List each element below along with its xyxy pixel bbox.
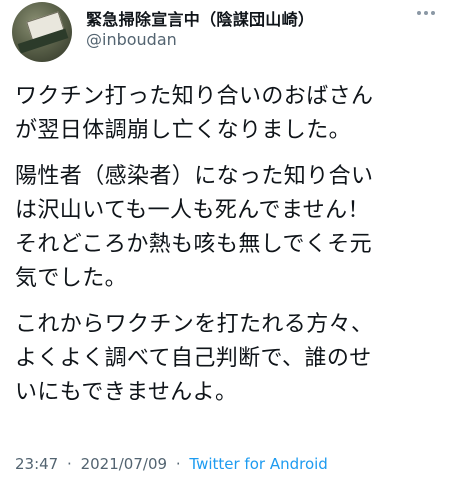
tweet-paragraph-1: ワクチン打った知り合いのおばさん が翌日体調崩し亡くなりました。 [15, 80, 440, 148]
tweet-time[interactable]: 23:47 [15, 455, 58, 473]
tweet-source-link[interactable]: Twitter for Android [189, 455, 327, 473]
tweet-date[interactable]: 2021/07/09 [81, 455, 167, 473]
meta-separator: · [67, 455, 72, 473]
tweet-line: よくよく調べて自己判断で、誰のせ [15, 346, 372, 371]
tweet-paragraph-3: これからワクチンを打たれる方々、 よくよく調べて自己判断で、誰のせ いにもできま… [15, 308, 440, 410]
tweet-line: が翌日体調崩し亡くなりました。 [15, 118, 352, 143]
tweet-line: 気でした。 [15, 266, 128, 291]
tweet-text: ワクチン打った知り合いのおばさん が翌日体調崩し亡くなりました。 陽性者（感染者… [15, 80, 440, 422]
tweet-line: 陽性者（感染者）になった知り合い [15, 164, 374, 189]
tweet-line: これからワクチンを打たれる方々、 [15, 312, 374, 337]
meta-separator: · [175, 455, 181, 473]
tweet-line: は沢山いても一人も死んでません！ [15, 198, 370, 223]
author-handle[interactable]: @inboudan [86, 30, 177, 49]
tweet-meta: 23:47 · 2021/07/09 · Twitter for Android [15, 455, 328, 473]
tweet-paragraph-2: 陽性者（感染者）になった知り合い は沢山いても一人も死んでません！ それどころか… [15, 160, 440, 296]
avatar[interactable] [12, 2, 72, 62]
tweet-line: ワクチン打った知り合いのおばさん [15, 84, 374, 109]
more-options-icon[interactable] [414, 3, 438, 23]
tweet-line: それどころか熱も咳も無しでくそ元 [15, 232, 373, 257]
tweet-line: いにもできませんよ。 [15, 380, 238, 405]
author-display-name[interactable]: 緊急掃除宣言中（陰謀団山崎） [86, 6, 314, 30]
